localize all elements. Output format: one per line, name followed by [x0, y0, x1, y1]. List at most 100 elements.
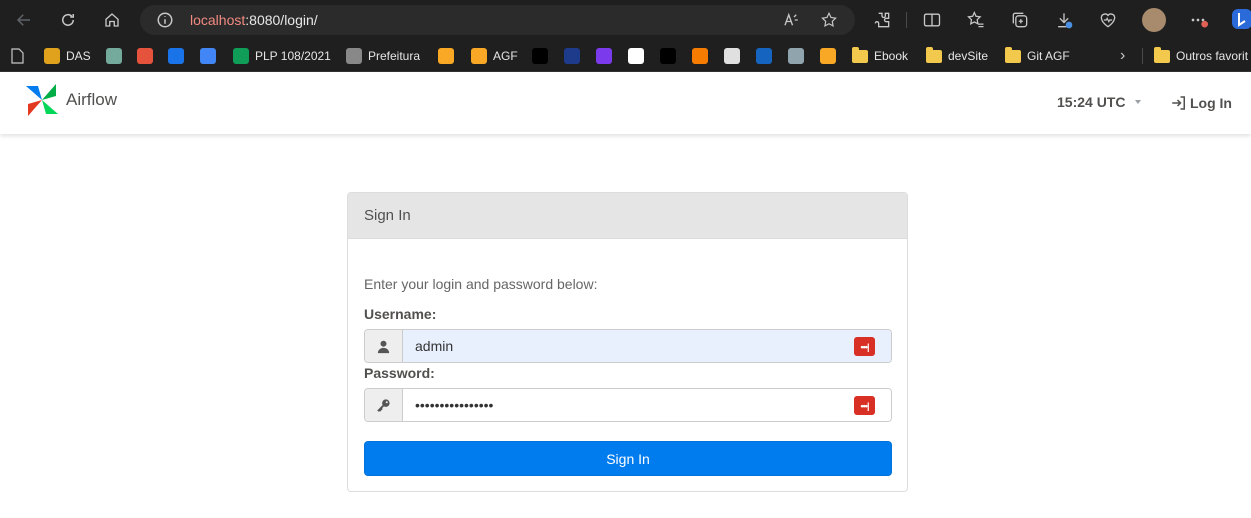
sign-in-icon	[1172, 96, 1185, 110]
bookmark-favicon-icon	[44, 48, 60, 64]
password-group: •••|	[364, 388, 892, 422]
extensions-icon[interactable]	[872, 10, 892, 30]
downloads-icon[interactable]	[1054, 10, 1074, 30]
bookmark-item[interactable]: AGF	[471, 44, 518, 68]
bookmark-favicon-icon	[233, 48, 249, 64]
address-bar[interactable]: localhost:8080/login/	[140, 5, 855, 35]
username-group: •••|	[364, 329, 892, 363]
key-icon	[377, 398, 390, 412]
bookmark-favicon-icon	[564, 48, 580, 64]
bookmarks-bar: DAS PLP 108/2021 Prefeitura AGF Ebook devSi…	[0, 40, 1251, 72]
bookmark-favicon-icon	[137, 48, 153, 64]
bookmark-favicon-icon	[660, 48, 676, 64]
username-label: Username:	[364, 306, 437, 322]
brand-link[interactable]: Airflow	[24, 82, 117, 118]
folder-icon	[1005, 46, 1021, 63]
read-aloud-icon[interactable]	[782, 11, 800, 29]
info-icon[interactable]	[156, 11, 174, 29]
bookmark-favicon-icon	[438, 48, 454, 64]
bookmark-favicon-icon	[692, 48, 708, 64]
profile-avatar[interactable]	[1142, 8, 1166, 32]
bookmark-favicon-icon	[596, 48, 612, 64]
username-addon	[365, 330, 403, 362]
url-path: :8080/login/	[245, 12, 318, 28]
bookmark-item[interactable]	[724, 44, 740, 68]
bookmark-favicon-icon	[471, 48, 487, 64]
bookmark-favicon-icon	[168, 48, 184, 64]
bookmark-item[interactable]	[438, 44, 454, 68]
login-link[interactable]: Log In	[1170, 94, 1232, 112]
bookmark-favicon-icon	[820, 48, 836, 64]
bookmark-favicon-icon	[200, 48, 216, 64]
bookmark-item[interactable]	[596, 44, 612, 68]
more-options-icon[interactable]	[1188, 10, 1208, 30]
app-name: Airflow	[66, 90, 118, 109]
bookmark-label: AGF	[493, 49, 518, 63]
password-input[interactable]	[403, 389, 891, 421]
bookmark-item[interactable]	[564, 44, 580, 68]
bookmark-label: PLP 108/2021	[255, 49, 331, 63]
bookmark-favicon-icon	[788, 48, 804, 64]
caret-down-icon	[1135, 100, 1142, 104]
star-icon[interactable]	[820, 11, 838, 29]
home-button[interactable]	[100, 8, 124, 32]
bookmark-folder-git-agf[interactable]: Git AGF	[1005, 44, 1070, 68]
bookmarks-overflow-chevron-icon[interactable]: ›	[1120, 44, 1125, 68]
browser-essentials-icon[interactable]	[1098, 10, 1118, 30]
password-addon	[365, 389, 403, 421]
bookmark-item[interactable]	[168, 44, 184, 68]
browser-toolbar: localhost:8080/login/	[0, 0, 1251, 40]
login-label: Log In	[1190, 95, 1232, 111]
clock-time: 15:24 UTC	[1057, 94, 1126, 110]
user-icon	[377, 340, 390, 353]
browser-chrome: localhost:8080/login/ DAS PLP 108/2021 Pre…	[0, 0, 1251, 72]
bookmark-favicon-icon	[532, 48, 548, 64]
bookmark-folder-ebook[interactable]: Ebook	[852, 44, 908, 68]
bookmark-label: Prefeitura	[368, 49, 421, 63]
bookmark-folder-others[interactable]: Outros favorit	[1154, 44, 1248, 68]
split-screen-icon[interactable]	[922, 10, 942, 30]
bookmarks-divider	[1142, 48, 1143, 64]
signin-panel: Sign In Enter your login and password be…	[347, 192, 908, 492]
bookmark-folder-devsite[interactable]: devSite	[926, 44, 988, 68]
bookmark-item[interactable]	[788, 44, 804, 68]
folder-icon	[926, 46, 942, 63]
bookmark-favicon-icon	[628, 48, 644, 64]
bookmark-item[interactable]	[820, 44, 836, 68]
url-host: localhost	[190, 12, 246, 28]
bookmark-label: DAS	[66, 49, 91, 63]
collections-icon[interactable]	[1010, 10, 1030, 30]
airflow-logo-icon	[26, 84, 58, 116]
bookmark-favicon-icon	[756, 48, 772, 64]
home-icon	[105, 13, 119, 27]
bookmark-item[interactable]	[692, 44, 708, 68]
password-manager-icon[interactable]: •••|	[854, 337, 875, 356]
bookmark-item[interactable]: PLP 108/2021	[233, 44, 331, 68]
bookmark-item[interactable]: DAS	[44, 44, 91, 68]
bookmark-item[interactable]	[137, 44, 153, 68]
app-navbar: Airflow 15:24 UTC Log In	[0, 72, 1251, 134]
document-icon[interactable]	[10, 48, 24, 64]
bookmark-item[interactable]	[660, 44, 676, 68]
password-label: Password:	[364, 365, 435, 381]
panel-title: Sign In	[348, 193, 907, 239]
bookmark-item[interactable]: Prefeitura	[346, 44, 420, 68]
bookmark-item[interactable]	[200, 44, 216, 68]
clock-dropdown[interactable]: 15:24 UTC	[1057, 94, 1142, 110]
copilot-icon[interactable]	[1230, 7, 1251, 31]
reload-button[interactable]	[56, 8, 80, 32]
bookmark-item[interactable]	[532, 44, 548, 68]
bookmark-item[interactable]	[756, 44, 772, 68]
password-manager-icon[interactable]: •••|	[854, 396, 875, 415]
folder-icon	[1154, 46, 1170, 63]
sign-in-button[interactable]: Sign In	[364, 441, 892, 476]
toolbar-divider	[906, 12, 907, 28]
bookmark-item[interactable]	[628, 44, 644, 68]
back-button[interactable]	[12, 8, 36, 32]
username-input[interactable]	[403, 330, 891, 362]
folder-icon	[852, 46, 868, 63]
bookmark-item[interactable]	[106, 44, 122, 68]
bookmark-favicon-icon	[106, 48, 122, 64]
favorites-icon[interactable]	[966, 10, 986, 30]
bookmark-favicon-icon	[346, 48, 362, 64]
